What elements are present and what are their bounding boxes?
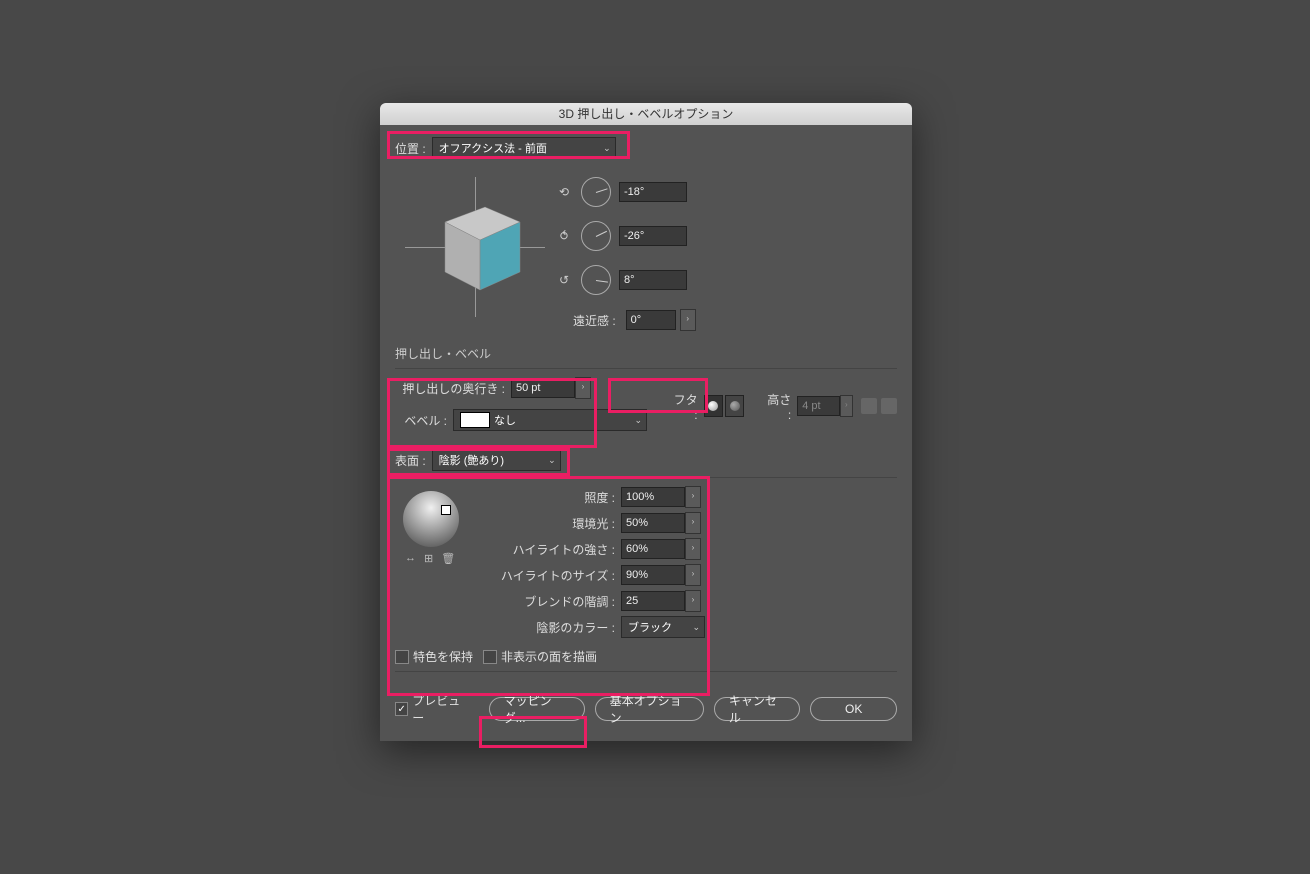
bevel-out-icon	[881, 398, 897, 414]
perspective-input[interactable]: 0°	[626, 310, 676, 330]
rotate-y-icon: ⥀	[555, 227, 573, 245]
shade-color-value: ブラック	[628, 619, 672, 635]
depth-input[interactable]: 50 pt	[511, 378, 575, 398]
cap-on-button[interactable]	[704, 395, 723, 417]
draw-hidden-checkbox[interactable]: 非表示の面を描画	[483, 648, 597, 665]
bevel-dropdown[interactable]: なし ⌄	[453, 409, 647, 431]
intensity-stepper[interactable]: ›	[685, 486, 701, 508]
bevel-in-icon	[861, 398, 877, 414]
highlight-intensity-label: ハイライトの強さ :	[485, 541, 615, 558]
depth-label: 押し出しの奥行き :	[395, 380, 505, 397]
position-label: 位置 :	[395, 140, 426, 157]
highlight-intensity-stepper[interactable]: ›	[685, 538, 701, 560]
rotation-z-dial[interactable]	[581, 265, 611, 295]
rotation-cube-preview[interactable]	[395, 167, 555, 327]
position-dropdown[interactable]: オフアクシス法 - 前面 ⌄	[432, 137, 616, 159]
rotation-z-input[interactable]: 8°	[619, 270, 687, 290]
chevron-down-icon: ⌄	[692, 622, 700, 633]
highlight-size-label: ハイライトのサイズ :	[485, 567, 615, 584]
blend-steps-input[interactable]: 25	[621, 591, 685, 611]
rotation-x-dial[interactable]	[581, 177, 611, 207]
light-point-handle[interactable]	[441, 505, 451, 515]
perspective-stepper[interactable]: ›	[680, 309, 696, 331]
dialog-title: 3D 押し出し・ベベルオプション	[380, 103, 912, 125]
chevron-down-icon: ⌄	[603, 143, 611, 154]
ambient-input[interactable]: 50%	[621, 513, 685, 533]
bevel-label: ベベル :	[395, 412, 447, 429]
preserve-spot-label: 特色を保持	[413, 648, 473, 665]
rotation-x-input[interactable]: -18°	[619, 182, 687, 202]
intensity-input[interactable]: 100%	[621, 487, 685, 507]
rotation-y-input[interactable]: -26°	[619, 226, 687, 246]
preview-checkbox[interactable]: ✓ プレビュー	[395, 692, 469, 726]
blend-steps-label: ブレンドの階調 :	[485, 593, 615, 610]
draw-hidden-label: 非表示の面を描画	[501, 648, 597, 665]
preserve-spot-checkbox[interactable]: 特色を保持	[395, 648, 473, 665]
extrude-bevel-dialog: 3D 押し出し・ベベルオプション 位置 : オフアクシス法 - 前面 ⌄	[380, 103, 912, 741]
ok-button[interactable]: OK	[810, 697, 897, 721]
height-label: 高さ :	[766, 391, 791, 422]
shade-color-dropdown[interactable]: ブラック ⌄	[621, 616, 705, 638]
rotate-z-icon: ↺	[555, 271, 573, 289]
highlight-size-input[interactable]: 90%	[621, 565, 685, 585]
cap-label: フタ :	[671, 391, 698, 422]
rotate-x-icon: ⟲	[555, 183, 573, 201]
rotation-y-dial[interactable]	[581, 221, 611, 251]
intensity-label: 照度 :	[485, 489, 615, 506]
highlight-size-stepper[interactable]: ›	[685, 564, 701, 586]
position-value: オフアクシス法 - 前面	[439, 140, 547, 156]
mapping-button[interactable]: マッピング...	[489, 697, 585, 721]
add-light-icon[interactable]: ⊞	[424, 552, 433, 565]
ambient-stepper[interactable]: ›	[685, 512, 701, 534]
extrude-section-title: 押し出し・ベベル	[395, 345, 897, 362]
surface-label: 表面 :	[395, 452, 426, 469]
move-light-back-icon[interactable]: ↔	[405, 552, 416, 565]
chevron-down-icon: ⌄	[548, 455, 556, 466]
blend-steps-stepper[interactable]: ›	[685, 590, 701, 612]
basic-options-button[interactable]: 基本オプション	[595, 697, 704, 721]
cancel-button[interactable]: キャンセル	[714, 697, 801, 721]
light-sphere-preview[interactable]	[403, 491, 459, 547]
perspective-label: 遠近感 :	[573, 312, 616, 329]
height-stepper: ›	[840, 395, 853, 417]
surface-value: 陰影 (艶あり)	[439, 452, 504, 468]
delete-light-icon[interactable]: 🗑	[441, 552, 455, 565]
ambient-label: 環境光 :	[485, 515, 615, 532]
depth-stepper[interactable]: ›	[575, 377, 591, 399]
preview-label: プレビュー	[412, 692, 468, 726]
bevel-value: なし	[494, 412, 516, 428]
height-input: 4 pt	[797, 396, 839, 416]
highlight-intensity-input[interactable]: 60%	[621, 539, 685, 559]
shade-color-label: 陰影のカラー :	[485, 619, 615, 636]
cap-off-button[interactable]	[725, 395, 744, 417]
bevel-swatch	[460, 412, 490, 428]
chevron-down-icon: ⌄	[634, 415, 642, 426]
cube-icon	[425, 192, 535, 302]
surface-dropdown[interactable]: 陰影 (艶あり) ⌄	[432, 449, 561, 471]
